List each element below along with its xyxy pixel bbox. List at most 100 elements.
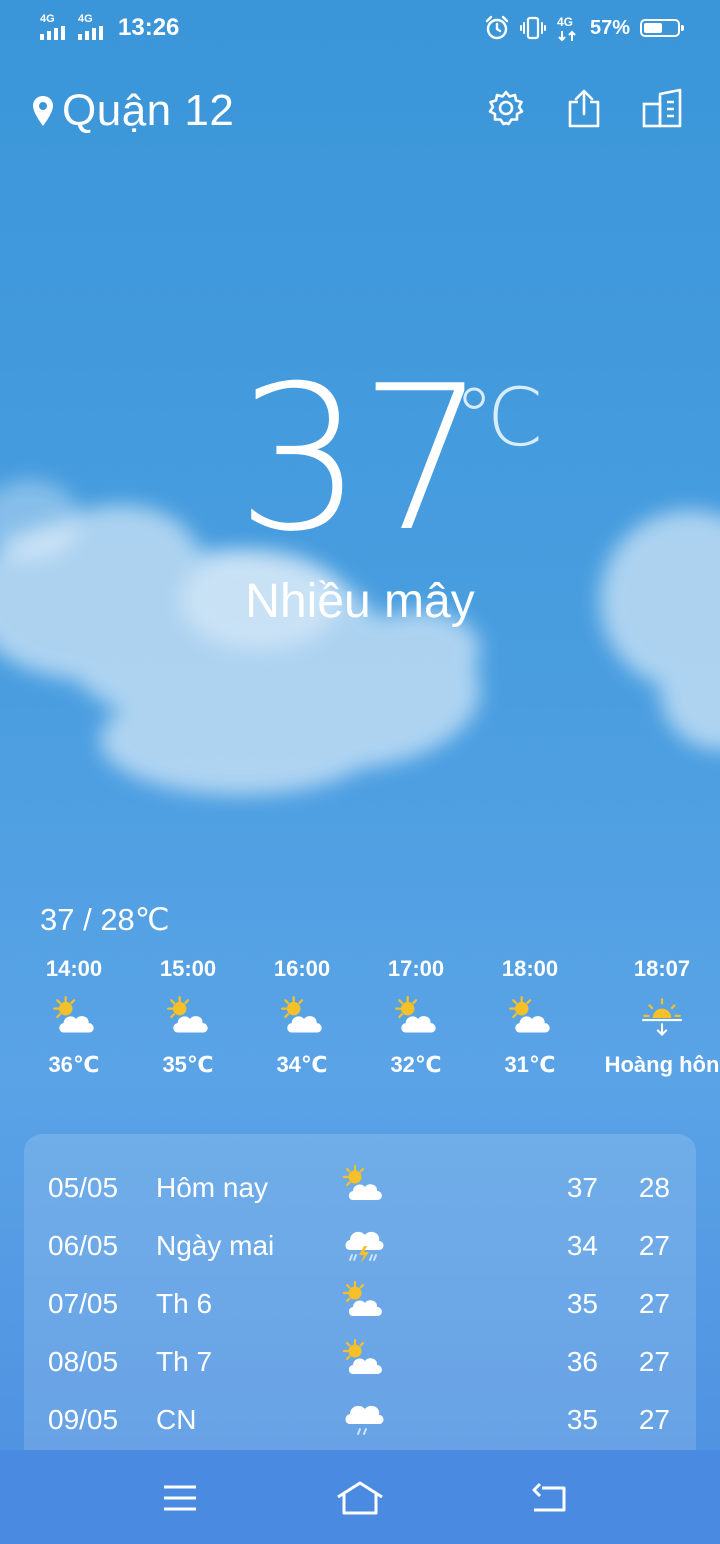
- daily-forecast-card[interactable]: 05/05 Hôm nay 37 28 06/05 Ngày mai 34 27 07/05 Th…: [24, 1134, 696, 1464]
- temperature-unit: ℃: [454, 371, 544, 464]
- app-header: Quận 12: [0, 80, 720, 140]
- settings-button[interactable]: [486, 88, 526, 128]
- daily-icon-wrap: [338, 1336, 388, 1386]
- hourly-time: 15:00: [159, 956, 217, 981]
- daily-date: 06/05: [48, 1230, 119, 1261]
- daily-low: 28: [638, 1172, 670, 1203]
- daily-icon-wrap: [338, 1220, 388, 1270]
- battery-percent: 57%: [589, 16, 630, 39]
- weather-condition: Nhiều mây: [245, 575, 475, 628]
- home-icon: [337, 1481, 383, 1515]
- daily-high: 36: [566, 1346, 598, 1377]
- daily-day-name: Hôm nay: [156, 1172, 269, 1203]
- daily-date: 07/05: [48, 1288, 119, 1319]
- back-button[interactable]: [518, 1478, 578, 1518]
- sim2-signal-icon: 4G: [78, 14, 110, 42]
- daily-icon-wrap: [338, 1394, 388, 1444]
- menu-icon: [164, 1485, 196, 1511]
- partly-cloudy-icon: [342, 1338, 382, 1374]
- hourly-item: 15:00 35℃: [128, 956, 248, 1078]
- hourly-time: 18:07: [633, 956, 691, 981]
- hourly-item: 18:07 Hoàng hôn: [602, 956, 720, 1078]
- daily-date: 05/05: [48, 1172, 119, 1203]
- daily-high: 35: [566, 1404, 598, 1435]
- daily-row[interactable]: 05/05 Hôm nay 37 28: [24, 1162, 696, 1220]
- menu-button[interactable]: [150, 1478, 210, 1518]
- partly-cloudy-icon: [167, 996, 208, 1033]
- header-actions: [486, 88, 682, 128]
- daily-date: 09/05: [48, 1404, 119, 1435]
- sunset-icon: [642, 998, 682, 1037]
- daily-row[interactable]: 07/05 Th 6 35 27: [24, 1278, 696, 1336]
- location-pin-icon: [33, 96, 53, 126]
- hourly-time: 17:00: [387, 956, 445, 981]
- hourly-forecast[interactable]: 14:00 36℃ 15:00 35℃ 16:00 34℃ 17:00 32℃ 18:00 31℃…: [0, 956, 720, 1096]
- partly-cloudy-icon: [342, 1280, 382, 1316]
- mobile-data-icon: 4G: [556, 14, 580, 42]
- settings-gear-icon: [488, 90, 524, 126]
- location-name: Quận 12: [62, 86, 235, 135]
- status-right: 4G 57%: [484, 12, 684, 44]
- current-temperature: 37: [236, 343, 486, 576]
- daily-high: 35: [566, 1288, 598, 1319]
- daily-day-name: Ngày mai: [156, 1230, 275, 1261]
- hourly-time: 16:00: [273, 956, 331, 981]
- sim1-network-type: 4G: [40, 13, 55, 25]
- hourly-item: 16:00 34℃: [242, 956, 362, 1078]
- daily-row[interactable]: 06/05 Ngày mai 34 27: [24, 1220, 696, 1278]
- hourly-value: 36℃: [48, 1052, 100, 1077]
- daily-icon-wrap: [338, 1162, 388, 1212]
- hourly-value: Hoàng hôn: [604, 1052, 720, 1077]
- daily-high: 37: [566, 1172, 598, 1203]
- hourly-value: 31℃: [504, 1052, 556, 1077]
- daily-day-name: Th 7: [156, 1346, 213, 1377]
- daily-day-name: Th 6: [156, 1288, 213, 1319]
- hourly-item: 14:00 36℃: [14, 956, 134, 1078]
- status-bar: 4G 4G 13:26 4G 57%: [0, 0, 720, 56]
- share-icon: [568, 89, 600, 128]
- daily-date: 08/05: [48, 1346, 119, 1377]
- hourly-icon-wrap: [470, 990, 590, 1048]
- share-button[interactable]: [564, 88, 604, 128]
- daily-low: 27: [638, 1346, 670, 1377]
- daily-row[interactable]: 09/05 CN 35 27: [24, 1394, 696, 1452]
- back-icon: [532, 1482, 566, 1512]
- hourly-icon-wrap: [356, 990, 476, 1048]
- hourly-value: 32℃: [390, 1052, 442, 1077]
- thunderstorm-icon: [345, 1231, 384, 1263]
- daily-icon-wrap: [338, 1278, 388, 1328]
- status-time: 13:26: [118, 14, 180, 41]
- vibrate-icon: [519, 16, 546, 40]
- city-list-button[interactable]: [642, 88, 682, 128]
- status-left: 4G 4G 13:26: [40, 12, 179, 44]
- hourly-item: 18:00 31℃: [470, 956, 590, 1078]
- data-network-type: 4G: [556, 15, 573, 29]
- partly-cloudy-icon: [342, 1164, 382, 1200]
- partly-cloudy-icon: [509, 996, 550, 1033]
- daily-high: 34: [566, 1230, 598, 1261]
- today-temp-range: 37 / 28℃: [40, 902, 170, 937]
- daily-day-name: CN: [156, 1404, 197, 1435]
- daily-low: 27: [638, 1404, 670, 1435]
- battery-icon: [640, 19, 684, 37]
- location-selector[interactable]: Quận 12: [32, 86, 234, 136]
- hourly-icon-wrap: [14, 990, 134, 1048]
- hourly-icon-wrap: [602, 990, 720, 1048]
- navigation-bar: [0, 1450, 720, 1544]
- daily-row[interactable]: 08/05 Th 7 36 27: [24, 1336, 696, 1394]
- hourly-icon-wrap: [128, 990, 248, 1048]
- daily-low: 27: [638, 1288, 670, 1319]
- sim1-signal-icon: 4G: [40, 14, 72, 42]
- battery-fill: [644, 23, 662, 33]
- city-list-icon: [642, 88, 682, 128]
- rain-icon: [345, 1405, 384, 1435]
- partly-cloudy-icon: [281, 996, 322, 1033]
- hourly-time: 14:00: [45, 956, 103, 981]
- hourly-value: 34℃: [276, 1052, 328, 1077]
- partly-cloudy-icon: [53, 996, 94, 1033]
- partly-cloudy-icon: [395, 996, 436, 1033]
- home-button[interactable]: [330, 1478, 390, 1518]
- hourly-item: 17:00 32℃: [356, 956, 476, 1078]
- hourly-value: 35℃: [162, 1052, 214, 1077]
- hourly-icon-wrap: [242, 990, 362, 1048]
